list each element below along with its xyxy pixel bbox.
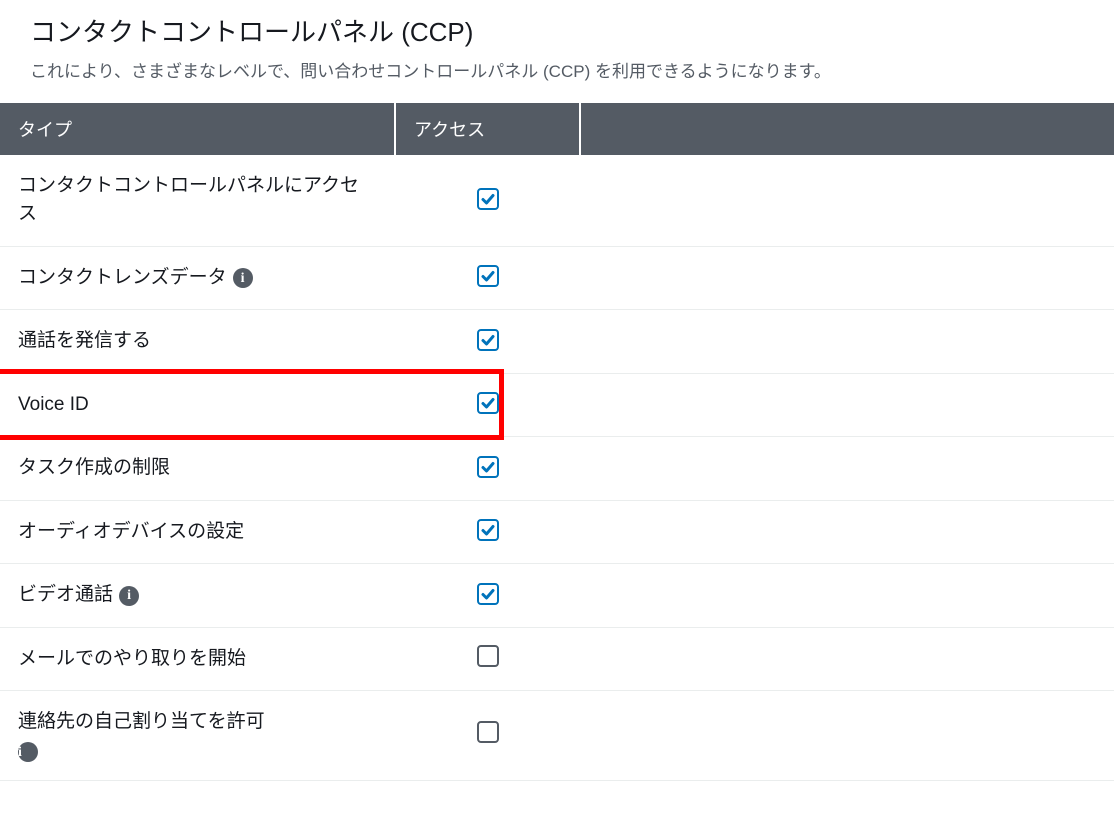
access-cell [395, 564, 580, 628]
blank-cell [580, 627, 1114, 691]
access-checkbox[interactable] [477, 519, 499, 541]
access-cell [395, 627, 580, 691]
table-row: 通話を発信する [0, 310, 1114, 374]
permission-label: コンタクトコントロールパネルにアクセス [18, 175, 359, 225]
blank-cell [580, 246, 1114, 310]
page-description: これにより、さまざまなレベルで、問い合わせコントロールパネル (CCP) を利用… [30, 59, 1084, 85]
table-row: 連絡先の自己割り当てを許可 i [0, 691, 1114, 781]
page-title: コンタクトコントロールパネル (CCP) [30, 12, 1084, 49]
access-checkbox[interactable] [477, 456, 499, 478]
blank-cell [580, 310, 1114, 374]
table-row: コンタクトレンズデータ i [0, 246, 1114, 310]
table-row: ビデオ通話 i [0, 564, 1114, 628]
access-cell [395, 155, 580, 247]
permission-label-cell: オーディオデバイスの設定 [0, 500, 395, 564]
permission-label: 通話を発信する [18, 330, 151, 351]
permission-label: オーディオデバイスの設定 [18, 521, 244, 542]
permission-label-cell: タスク作成の制限 [0, 437, 395, 501]
column-header-type: タイプ [0, 103, 395, 155]
permission-label-cell: メールでのやり取りを開始 [0, 627, 395, 691]
permission-label: メールでのやり取りを開始 [18, 648, 246, 669]
access-checkbox[interactable] [477, 329, 499, 351]
access-cell [395, 437, 580, 501]
permission-label: 連絡先の自己割り当てを許可 [18, 711, 265, 732]
access-checkbox[interactable] [477, 645, 499, 667]
access-cell [395, 310, 580, 374]
column-header-blank [580, 103, 1114, 155]
blank-cell [580, 437, 1114, 501]
blank-cell [580, 500, 1114, 564]
access-checkbox[interactable] [477, 265, 499, 287]
blank-cell [580, 155, 1114, 247]
info-icon[interactable]: i [18, 742, 38, 762]
permission-label-cell: 連絡先の自己割り当てを許可 i [0, 691, 395, 781]
access-checkbox[interactable] [477, 392, 499, 414]
table-row: タスク作成の制限 [0, 437, 1114, 501]
permission-label-cell: 通話を発信する [0, 310, 395, 374]
access-cell [395, 500, 580, 564]
table-row: Voice ID [0, 373, 1114, 437]
access-cell [395, 246, 580, 310]
blank-cell [580, 691, 1114, 781]
permission-label-cell: コンタクトレンズデータ i [0, 246, 395, 310]
blank-cell [580, 564, 1114, 628]
permission-label: コンタクトレンズデータ [18, 267, 227, 288]
access-cell [395, 691, 580, 781]
permission-label-cell: Voice ID [0, 373, 395, 437]
permission-label: タスク作成の制限 [18, 457, 170, 478]
table-row: コンタクトコントロールパネルにアクセス [0, 155, 1114, 247]
info-icon[interactable]: i [119, 586, 139, 606]
permission-label-cell: コンタクトコントロールパネルにアクセス [0, 155, 395, 247]
access-checkbox[interactable] [477, 583, 499, 605]
column-header-access: アクセス [395, 103, 580, 155]
info-icon[interactable]: i [233, 268, 253, 288]
access-checkbox[interactable] [477, 188, 499, 210]
permission-label-cell: ビデオ通話 i [0, 564, 395, 628]
access-cell [395, 373, 580, 437]
permission-label: ビデオ通話 [18, 584, 113, 605]
access-checkbox[interactable] [477, 721, 499, 743]
permission-label: Voice ID [18, 394, 89, 415]
blank-cell [580, 373, 1114, 437]
table-row: オーディオデバイスの設定 [0, 500, 1114, 564]
table-row: メールでのやり取りを開始 [0, 627, 1114, 691]
permissions-table: タイプ アクセス コンタクトコントロールパネルにアクセスコンタクトレンズデータ i… [0, 103, 1114, 781]
